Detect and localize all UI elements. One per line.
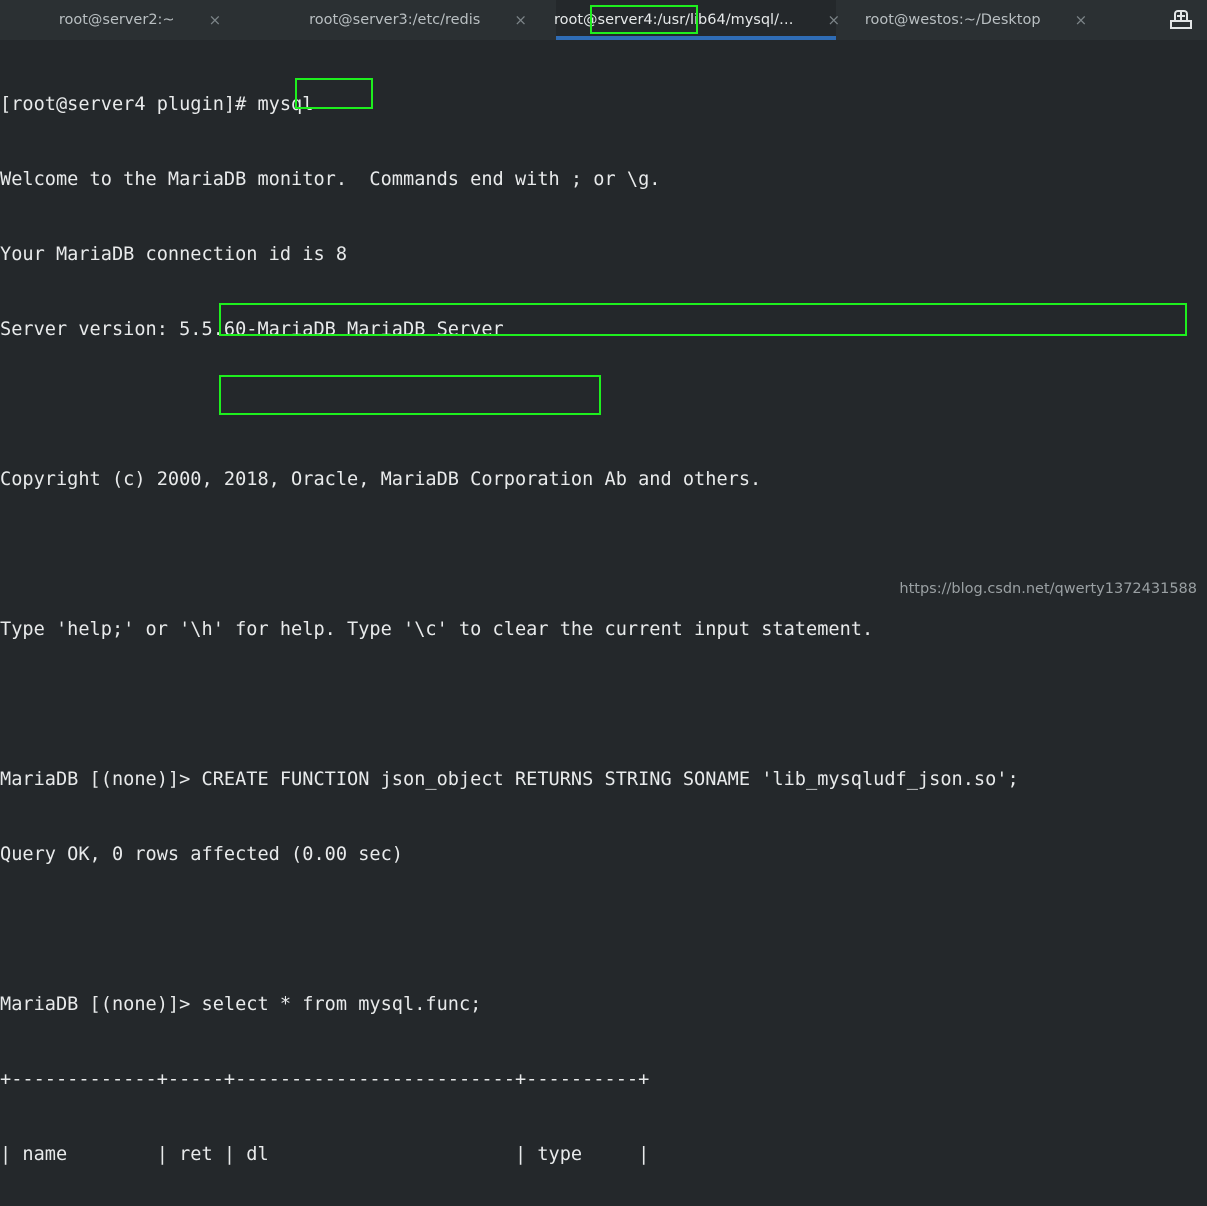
terminal-line: MariaDB [(none)]> select * from mysql.fu… [0,994,482,1015]
terminal-line: Copyright (c) 2000, 2018, Oracle, MariaD… [0,469,762,490]
tab-root-server4-usr-lib64-mysql[interactable]: root@server4:/usr/lib64/mysql/… × [554,0,840,40]
watermark-text: https://blog.csdn.net/qwerty1372431588 [899,581,1197,597]
terminal-line: +-------------+-----+-------------------… [0,1069,650,1090]
terminal-line: Type 'help;' or '\h' for help. Type '\c'… [0,619,874,640]
terminal-line: Your MariaDB connection id is 8 [0,244,348,265]
close-icon[interactable]: × [514,12,527,28]
new-tab-icon [1170,10,1192,30]
terminal-area[interactable]: [root@server4 plugin]# mysql Welcome to … [0,40,1207,1165]
new-tab-button[interactable] [1155,0,1207,40]
tab-title: root@server2:~ [58,12,175,28]
terminal-line: Query OK, 0 rows affected (0.00 sec) [0,844,403,865]
tab-title: root@westos:~/Desktop [864,12,1041,28]
terminal-line: [root@server4 plugin]# mysql [0,94,314,115]
terminal-line: MariaDB [(none)]> CREATE FUNCTION json_o… [0,769,1019,790]
tab-bar: root@server2:~ × root@server3:/etc/redis… [0,0,1207,40]
terminal-line: | name | ret | dl | type | [0,1144,650,1165]
tab-root-westos-desktop[interactable]: root@westos:~/Desktop × [836,0,1114,40]
tab-title: root@server4:/usr/lib64/mysql/… [553,12,794,28]
terminal-line: Welcome to the MariaDB monitor. Commands… [0,169,661,190]
terminal-screen: [root@server4 plugin]# mysql Welcome to … [0,42,1019,1206]
tab-root-server2[interactable]: root@server2:~ × [0,0,278,40]
tab-title: root@server3:/etc/redis [309,12,481,28]
close-icon[interactable]: × [209,12,222,28]
tab-root-server3-etc-redis[interactable]: root@server3:/etc/redis × [278,0,556,40]
close-icon[interactable]: × [1075,12,1088,28]
terminal-line: Server version: 5.5.60-MariaDB MariaDB S… [0,319,504,340]
